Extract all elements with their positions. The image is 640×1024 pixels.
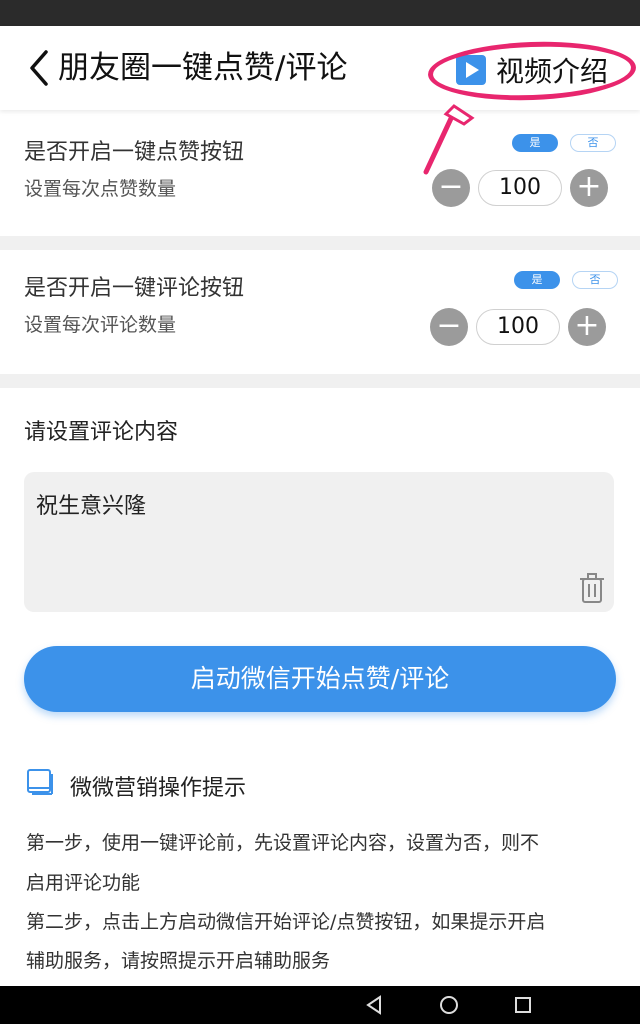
back-arrow-icon[interactable]: [24, 46, 54, 90]
comment-no-option[interactable]: 否: [572, 271, 618, 289]
like-yes-option[interactable]: 是: [512, 134, 558, 152]
comment-content-text: 祝生意兴隆: [36, 494, 147, 519]
tip-line: 启用评论功能: [26, 872, 141, 894]
nav-back-icon[interactable]: [364, 994, 386, 1016]
comment-minus-button[interactable]: −: [430, 308, 468, 346]
comment-toggle-label: 是否开启一键评论按钮: [24, 276, 245, 301]
section-divider: [0, 374, 640, 388]
annotation-arrow-icon: [423, 104, 475, 175]
nav-recents-icon[interactable]: [512, 994, 534, 1016]
like-toggle: 是 否: [512, 134, 616, 152]
comment-settings-card: 是否开启一键评论按钮 是 否 设置每次评论数量 − 100 +: [0, 250, 640, 374]
section-divider: [0, 236, 640, 250]
start-wechat-button[interactable]: 启动微信开始点赞/评论: [24, 646, 616, 712]
status-bar: [0, 0, 640, 26]
like-count-label: 设置每次点赞数量: [24, 178, 177, 200]
page-title: 朋友圈一键点赞/评论: [58, 50, 348, 86]
tip-line: 第二步，点击上方启动微信开始评论/点赞按钮，如果提示开启: [26, 911, 546, 933]
trash-icon[interactable]: [578, 572, 606, 604]
comment-yes-option[interactable]: 是: [514, 271, 560, 289]
comment-content-input[interactable]: 祝生意兴隆: [24, 472, 614, 612]
tip-line: 第一步，使用一键评论前，先设置评论内容，设置为否，则不: [26, 832, 540, 854]
comment-toggle: 是 否: [514, 271, 618, 289]
comment-count-stepper: − 100 +: [430, 308, 606, 346]
comment-plus-button[interactable]: +: [568, 308, 606, 346]
like-no-option[interactable]: 否: [570, 134, 616, 152]
like-toggle-label: 是否开启一键点赞按钮: [24, 140, 245, 165]
book-icon: [27, 769, 53, 795]
like-count-value[interactable]: 100: [478, 170, 562, 206]
nav-home-icon[interactable]: [438, 994, 460, 1016]
like-settings-card: 是否开启一键点赞按钮 是 否 设置每次点赞数量 − 100 +: [0, 112, 640, 236]
system-nav-bar: [0, 986, 640, 1024]
comment-content-title: 请设置评论内容: [24, 420, 179, 445]
comment-count-label: 设置每次评论数量: [24, 314, 177, 336]
like-plus-button[interactable]: +: [570, 169, 608, 207]
tip-line: 辅助服务，请按照提示开启辅助服务: [26, 950, 331, 972]
comment-count-value[interactable]: 100: [476, 309, 560, 345]
tips-title: 微微营销操作提示: [70, 776, 247, 801]
